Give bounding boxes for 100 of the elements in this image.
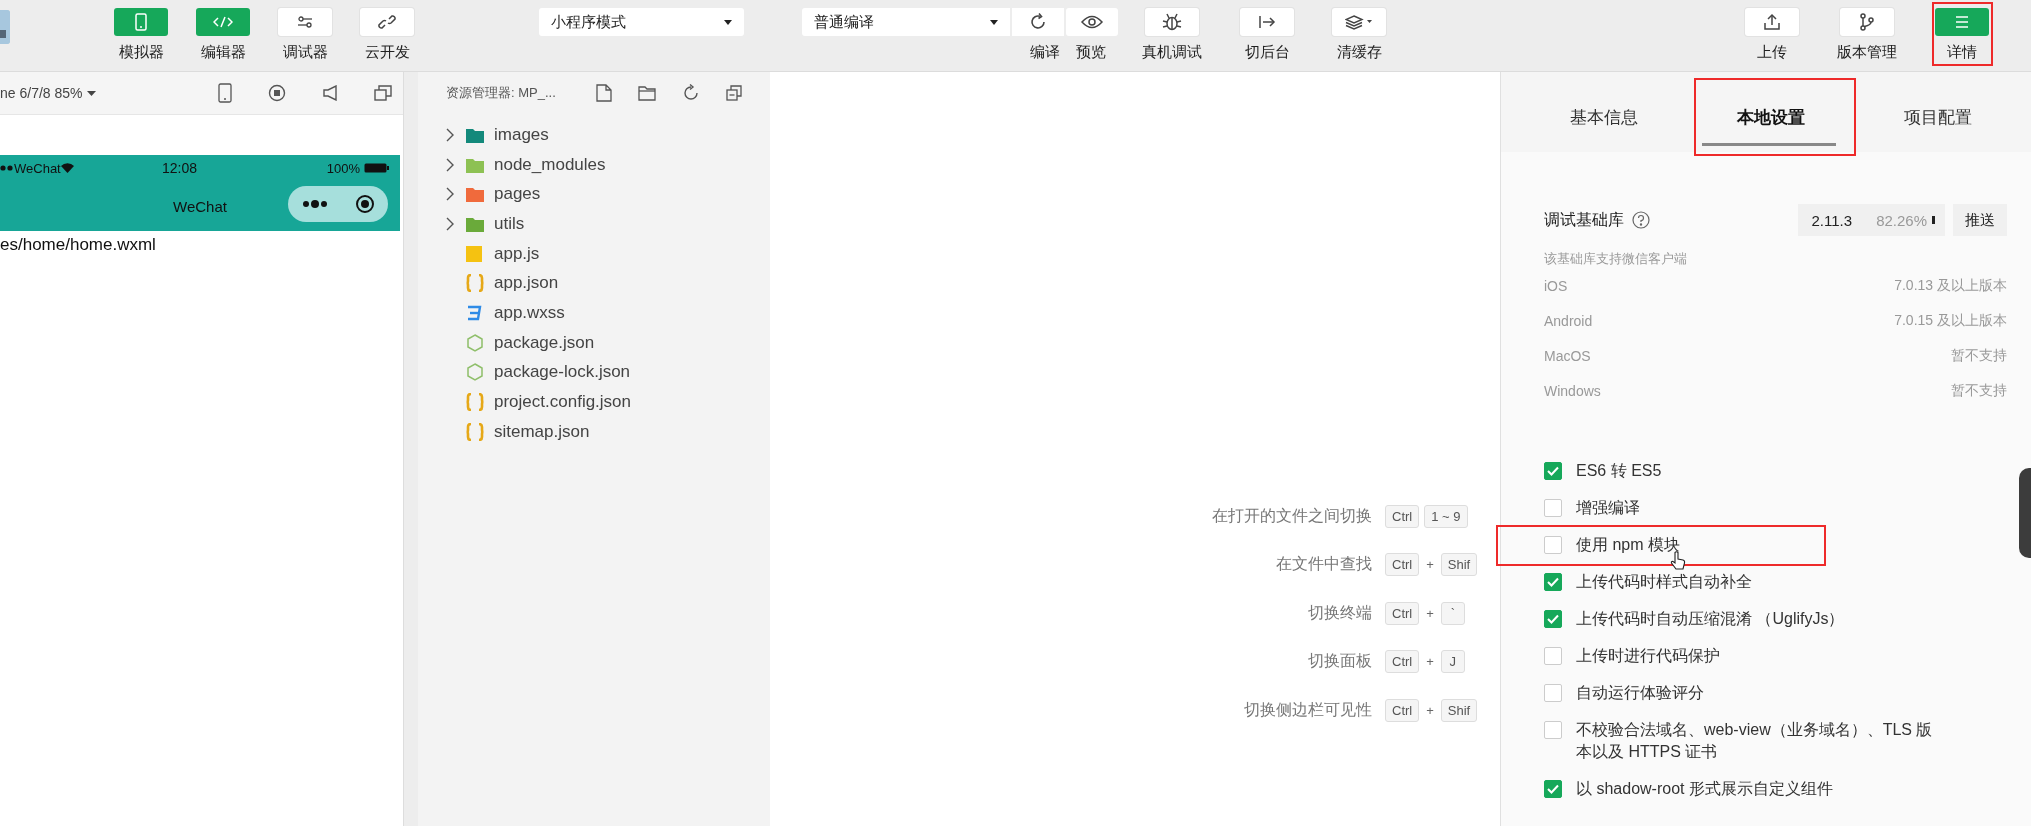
option-label: 上传时进行代码保护	[1576, 645, 1720, 666]
windows-icon[interactable]	[374, 85, 392, 101]
new-folder-icon[interactable]	[638, 85, 656, 101]
remote-debug-button[interactable]	[1145, 8, 1199, 36]
mode-dropdown[interactable]: 小程序模式	[539, 8, 744, 36]
chevron-right-icon	[446, 127, 455, 142]
checkbox[interactable]	[1544, 609, 1562, 628]
plus-sign: +	[1425, 654, 1435, 670]
platform-support: 7.0.13 及以上版本	[1894, 276, 2007, 295]
file-tree-item[interactable]: package-lock.json	[418, 357, 770, 388]
version-dropdown[interactable]: 2.11.3 82.26%	[1797, 204, 1945, 236]
key-cap: J	[1440, 650, 1465, 674]
button-label: 预览	[1076, 43, 1106, 62]
settings-tab[interactable]: 本地设置	[1687, 72, 1855, 152]
nav-title: WeChat	[173, 197, 227, 215]
button-label: 调试器	[282, 43, 328, 62]
key-cap: Shif	[1440, 553, 1478, 577]
button-label: 编译	[1030, 43, 1060, 62]
background-button[interactable]	[1240, 8, 1294, 36]
record-icon[interactable]	[268, 84, 286, 102]
refresh-icon[interactable]	[682, 84, 700, 102]
file-tree-item[interactable]: package.json	[418, 327, 770, 358]
phone-icon[interactable]	[218, 83, 232, 103]
platform-name: MacOS	[1544, 347, 1591, 364]
preview-button[interactable]	[1066, 8, 1118, 36]
upload-button[interactable]	[1745, 8, 1799, 36]
key-cap: Shif	[1440, 698, 1478, 722]
file-tree-item[interactable]: app.js	[418, 238, 770, 269]
check-icon	[1547, 613, 1559, 624]
usage-share: 82.26%	[1876, 211, 1927, 229]
file-tree-item[interactable]: sitemap.json	[418, 416, 770, 447]
battery-level: 100%	[326, 160, 360, 176]
branch-icon	[1859, 13, 1875, 31]
file-tree-item[interactable]: node_modules	[418, 149, 770, 180]
button-label: 详情	[1947, 43, 1977, 62]
settings-tab[interactable]: 基本信息	[1521, 72, 1688, 152]
more-icon[interactable]	[301, 200, 328, 208]
wifi-icon	[60, 163, 74, 173]
platform-support: 暂不支持	[1951, 346, 2007, 365]
app-logo-icon	[0, 10, 10, 44]
button-label: 切后台	[1244, 43, 1290, 62]
settings-tab[interactable]: 项目配置	[1854, 72, 2021, 152]
version-button[interactable]	[1840, 8, 1894, 36]
chevron-right-icon	[446, 157, 455, 172]
panel-title: 资源管理器: MP_...	[446, 84, 557, 102]
code-icon	[213, 16, 233, 28]
key-cap: 1 ~ 9	[1424, 504, 1468, 528]
shortcut-label: 在打开的文件之间切换	[1211, 505, 1373, 526]
help-icon[interactable]	[1632, 211, 1650, 229]
check-icon	[1547, 783, 1559, 794]
option-label: 以 shadow-root 形式展示自定义组件	[1576, 778, 1833, 799]
new-file-icon[interactable]	[596, 84, 612, 102]
file-tree-item[interactable]: project.config.json	[418, 387, 770, 417]
plus-sign: +	[1425, 702, 1435, 718]
page-text: es/home/home.wxml	[0, 234, 157, 255]
file-tree-item[interactable]: pages	[418, 179, 770, 210]
carrier-name: WeChat	[14, 160, 61, 176]
cloud-button[interactable]	[360, 8, 414, 36]
button-label: 清缓存	[1336, 43, 1382, 62]
checkbox[interactable]	[1544, 683, 1562, 702]
checkbox[interactable]	[1544, 572, 1562, 591]
option-label: 自动运行体验评分	[1576, 682, 1704, 703]
check-icon	[1547, 465, 1559, 476]
button-label: 上传	[1757, 43, 1787, 62]
debugger-button[interactable]	[278, 8, 332, 36]
refresh-icon	[1028, 12, 1048, 32]
platform-support: 暂不支持	[1951, 381, 2007, 400]
file-tree-item[interactable]: images	[418, 120, 770, 150]
push-button[interactable]: 推送	[1953, 204, 2007, 236]
file-tree-item[interactable]: utils	[418, 209, 770, 239]
target-icon[interactable]	[354, 194, 375, 214]
support-note: 该基础库支持微信客户端	[1544, 250, 1688, 268]
menu-icon	[1954, 15, 1970, 29]
sliders-icon	[297, 16, 313, 28]
upload-icon	[1763, 13, 1781, 31]
file-tree-item[interactable]: app.wxss	[418, 298, 770, 328]
checkbox[interactable]	[1544, 646, 1562, 665]
compile-mode-dropdown[interactable]: 普通编译	[802, 8, 1010, 36]
shortcut-label: 切换侧边栏可见性	[1243, 699, 1373, 720]
option-label: 上传代码时自动压缩混淆 （UglifyJs）	[1576, 608, 1845, 629]
bug-icon	[1162, 12, 1182, 32]
clear-cache-button[interactable]	[1332, 8, 1386, 36]
collapse-all-icon[interactable]	[726, 85, 742, 101]
check-icon	[1547, 576, 1559, 587]
checkbox[interactable]	[1544, 461, 1562, 480]
shortcut-label: 在文件中查找	[1275, 554, 1373, 575]
battery-icon	[364, 163, 390, 173]
speaker-icon[interactable]	[322, 85, 338, 101]
checkbox[interactable]	[1544, 498, 1562, 517]
checkbox[interactable]	[1544, 535, 1562, 554]
layers-icon	[1345, 14, 1373, 30]
platform-name: iOS	[1544, 277, 1568, 294]
eye-icon	[1081, 15, 1103, 29]
shortcut-label: 切换面板	[1307, 651, 1373, 672]
compile-button[interactable]	[1012, 8, 1064, 36]
checkbox[interactable]	[1544, 720, 1562, 739]
phone-icon	[133, 13, 149, 31]
file-tree-item[interactable]: app.json	[418, 268, 770, 299]
option-label: 增强编译	[1576, 497, 1640, 518]
checkbox[interactable]	[1544, 779, 1562, 798]
